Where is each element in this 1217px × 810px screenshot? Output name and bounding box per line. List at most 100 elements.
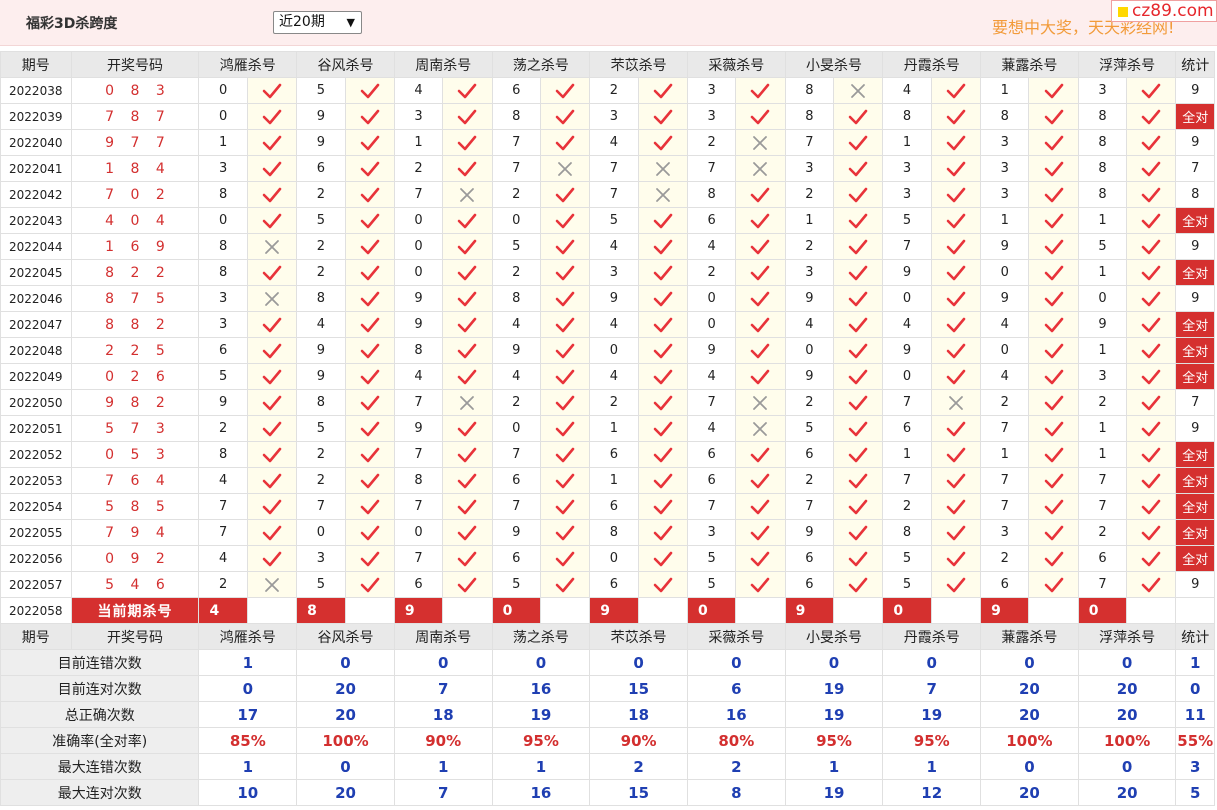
result-mark-cell <box>637 519 688 546</box>
kill-number-cell: 8 <box>198 233 248 260</box>
result-mark-cell <box>637 493 688 520</box>
check-icon <box>653 83 673 98</box>
kill-number-cell: 3 <box>980 519 1030 546</box>
stat-cell: 9 <box>1175 285 1215 312</box>
result-mark-cell <box>1028 519 1079 546</box>
check-icon <box>946 551 966 566</box>
check-icon <box>848 187 868 202</box>
kill-number-cell: 5 <box>686 545 737 572</box>
column-header: 蒹露杀号 <box>980 51 1079 78</box>
check-icon <box>360 291 379 306</box>
summary-value: 3 <box>1175 753 1215 780</box>
check-icon <box>262 551 282 566</box>
check-icon <box>262 317 282 332</box>
check-icon <box>360 239 379 254</box>
check-icon <box>1044 447 1063 462</box>
summary-value: 1 <box>784 753 884 780</box>
site-badge[interactable]: cz89.com <box>1111 0 1217 22</box>
kill-number-cell: 2 <box>296 233 346 260</box>
all-correct-badge: 全对 <box>1175 467 1215 494</box>
kill-number-cell: 9 <box>784 285 835 312</box>
summary-value: 0 <box>491 649 591 676</box>
check-icon <box>1141 525 1161 540</box>
summary-value: 15 <box>589 779 688 806</box>
check-icon <box>262 135 282 150</box>
footer-header-row: 期号 开奖号码 鸿雁杀号 谷风杀号 周南杀号 荡之杀号 芣苡杀号 采薇杀号 小旻杀号 丹霞杀号 蒹露… <box>0 623 1215 650</box>
check-icon <box>555 343 575 358</box>
result-mark-cell <box>1126 389 1177 416</box>
check-icon <box>946 369 966 384</box>
result-mark-cell <box>442 103 493 130</box>
result-mark-cell <box>637 129 688 156</box>
check-icon <box>1141 421 1161 436</box>
result-mark-cell <box>930 285 982 312</box>
empty-cell <box>442 597 493 624</box>
result-mark-cell <box>637 389 688 416</box>
check-icon <box>360 161 379 176</box>
result-mark-cell <box>539 545 591 572</box>
kill-number-cell: 7 <box>491 493 541 520</box>
kill-number-cell: 7 <box>686 493 737 520</box>
check-icon <box>946 577 966 592</box>
result-mark-cell <box>1028 467 1079 494</box>
result-mark-cell <box>930 311 982 338</box>
kill-number-cell: 4 <box>686 363 737 390</box>
summary-label: 目前连错次数 <box>0 649 200 676</box>
summary-value: 90% <box>393 727 493 754</box>
kill-number-cell: 9 <box>393 311 444 338</box>
summary-value: 11 <box>1175 701 1215 728</box>
check-icon <box>458 447 477 462</box>
period-select[interactable]: 近20期 ▼ <box>273 11 362 34</box>
kill-number-cell: 1 <box>882 441 932 468</box>
check-icon <box>458 525 477 540</box>
all-correct-badge: 全对 <box>1175 337 1215 364</box>
column-header: 鸿雁杀号 <box>198 623 298 650</box>
check-icon <box>1141 265 1161 280</box>
kill-number-cell: 5 <box>296 77 346 104</box>
kill-number-cell: 0 <box>393 259 444 286</box>
check-icon <box>1044 239 1063 254</box>
result-mark-cell <box>930 155 982 182</box>
check-icon <box>360 83 379 98</box>
summary-value: 80% <box>686 727 786 754</box>
result-mark-cell <box>833 363 884 390</box>
result-mark-cell <box>833 467 884 494</box>
table-row: 2022046 8 7 53 8 9 8 9 0 9 0 9 0 9 <box>0 285 1215 312</box>
result-mark-cell <box>246 311 298 338</box>
summary-value: 2 <box>686 753 786 780</box>
result-mark-cell <box>735 571 786 598</box>
kill-number-cell: 4 <box>198 467 248 494</box>
badge-square-icon <box>1118 7 1128 17</box>
kill-number-cell: 7 <box>980 493 1030 520</box>
check-icon <box>653 213 673 228</box>
empty-cell <box>930 597 982 624</box>
check-icon <box>1044 473 1063 488</box>
check-icon <box>653 395 673 410</box>
result-mark-cell <box>735 207 786 234</box>
draw-number-cell: 0 8 3 <box>70 77 200 104</box>
check-icon <box>848 473 868 488</box>
stat-cell: 9 <box>1175 571 1215 598</box>
kill-number-cell: 6 <box>1077 545 1128 572</box>
check-icon <box>555 577 575 592</box>
result-mark-cell <box>1126 103 1177 130</box>
draw-number-cell: 9 8 2 <box>70 389 200 416</box>
summary-label: 准确率(全对率) <box>0 727 200 754</box>
result-mark-cell <box>735 363 786 390</box>
result-mark-cell <box>930 129 982 156</box>
check-icon <box>751 187 770 202</box>
column-header: 浮萍杀号 <box>1077 51 1177 78</box>
kill-number-cell: 9 <box>980 285 1030 312</box>
kill-number-cell: 8 <box>1077 129 1128 156</box>
kill-number-cell: 2 <box>1077 389 1128 416</box>
check-icon <box>555 239 575 254</box>
check-icon <box>458 421 477 436</box>
kill-number-cell: 4 <box>589 311 639 338</box>
column-header: 期号 <box>0 623 72 650</box>
check-icon <box>946 213 966 228</box>
result-mark-cell <box>246 233 298 260</box>
check-icon <box>751 447 770 462</box>
result-mark-cell <box>1028 311 1079 338</box>
kill-number-cell: 7 <box>491 155 541 182</box>
result-mark-cell <box>735 389 786 416</box>
